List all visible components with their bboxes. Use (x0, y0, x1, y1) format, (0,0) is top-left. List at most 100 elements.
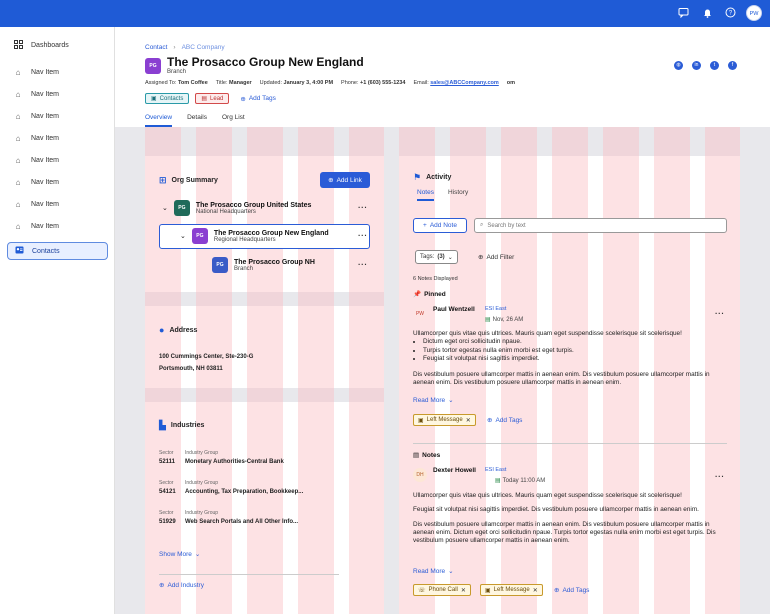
add-note-button[interactable]: + Add Note (413, 218, 467, 233)
sidebar-item-dashboards[interactable]: Dashboards (7, 36, 108, 54)
add-filter-button[interactable]: ⊕ Add Filter (478, 253, 514, 262)
note-date-text: Nov, 26 AM (492, 316, 524, 323)
close-icon[interactable]: ✕ (461, 587, 466, 594)
add-tags-button[interactable]: ⊕ Add Tags (554, 586, 589, 595)
contact-card-icon: ▣ (151, 96, 157, 102)
phone-icon: ☏ (418, 587, 426, 594)
section-title: Org Summary (171, 177, 218, 184)
tab-org-list[interactable]: Org List (222, 114, 245, 127)
industry-code: 54121 (159, 489, 176, 495)
record-meta: Assigned To: Tom Coffee Title: Manager U… (145, 80, 515, 86)
sidebar-item-nav-2[interactable]: ⌂ Nav Item (7, 85, 108, 103)
show-more-link[interactable]: Show More ⌄ (159, 550, 200, 559)
nav-icon: ⌂ (15, 67, 21, 77)
sidebar-item-nav-8[interactable]: ⌂ Nav Item (7, 217, 108, 235)
more-options-icon[interactable]: ··· (715, 472, 725, 481)
tags-filter-pill[interactable]: Tags: (3) ⌄ (415, 250, 458, 264)
more-options-icon[interactable]: ··· (358, 260, 368, 269)
running-person-icon: ⚑ (413, 172, 422, 182)
section-title: Address (169, 326, 198, 334)
org-avatar: PG (145, 58, 161, 74)
search-input[interactable]: ⌕ Search by text (474, 218, 727, 233)
add-link-label: Add Link (336, 176, 362, 184)
sidebar-item-nav-5[interactable]: ⌂ Nav Item (7, 151, 108, 169)
org-node[interactable]: ⌄ PG The Prosacco Group New England Regi… (180, 228, 329, 244)
section-title: Activity (426, 174, 452, 181)
factory-icon: ▙ (159, 420, 166, 430)
breadcrumb-root-link[interactable]: Contact (145, 44, 167, 51)
tab-notes[interactable]: Notes (417, 189, 434, 201)
plus-circle-icon: ⊕ (159, 582, 165, 589)
sidebar-item-contacts[interactable]: Contacts (7, 242, 108, 260)
chevron-right-icon: › (173, 44, 176, 51)
org-node-name: The Prosacco Group New England (213, 229, 329, 237)
note-paragraph: Dis vestibulum posuere ullamcorper matti… (413, 371, 710, 387)
note-body: Ullamcorper quis vitae quis ultrices. Ma… (413, 492, 725, 545)
chat-icon[interactable] (677, 7, 690, 20)
plus-icon: ⊕ (328, 177, 334, 184)
linkedin-icon[interactable]: in (692, 61, 701, 70)
tags-filter-count: (3) (437, 254, 445, 260)
close-icon[interactable]: ✕ (466, 417, 471, 424)
industry-desc: Monetary Authorities-Central Bank (185, 459, 284, 465)
more-options-icon[interactable]: ··· (358, 231, 368, 240)
industry-group-header: Industry Group (185, 510, 219, 516)
org-node[interactable]: PG The Prosacco Group NH Branch (212, 257, 315, 273)
tags-row: ▣ Contacts ▤ Lead ⊕ Add Tags (145, 93, 276, 104)
add-link-button[interactable]: ⊕ Add Link (320, 172, 370, 188)
add-tags-button[interactable]: ⊕ Add Tags (487, 416, 522, 425)
tab-overview[interactable]: Overview (145, 114, 173, 127)
add-industry-button[interactable]: ⊕ Add Industry (159, 581, 204, 590)
note-tag[interactable]: ▣ Left Message ✕ (480, 584, 543, 596)
more-options-icon[interactable]: ··· (715, 309, 725, 318)
flag-icon: ▤ (201, 96, 208, 102)
tab-history[interactable]: History (448, 189, 468, 201)
page-subtitle: Branch (167, 69, 187, 75)
bell-icon[interactable] (701, 7, 714, 20)
org-summary-heading: ⊞ Org Summary (159, 175, 218, 186)
plus-circle-icon: ⊕ (478, 254, 484, 261)
globe-icon[interactable]: ◍ (674, 61, 683, 70)
read-more-link[interactable]: Read More ⌄ (413, 567, 454, 576)
note-bullets: Dictum eget orci sollicitudin npaue. Tur… (423, 338, 725, 363)
contact-card-icon (12, 246, 26, 256)
facebook-icon[interactable]: f (728, 61, 737, 70)
note-author[interactable]: Dexter Howell (433, 467, 476, 474)
note-tag-label: Left Message (426, 417, 463, 423)
read-more-link[interactable]: Read More ⌄ (413, 396, 454, 405)
user-avatar[interactable]: PW (746, 5, 762, 21)
chevron-down-icon[interactable]: ⌄ (180, 232, 186, 240)
note-tag[interactable]: ☏ Phone Call ✕ (413, 584, 471, 596)
note-author[interactable]: Paul Wentzell (433, 306, 475, 313)
note-paragraph: Feugiat sit volutpat nisi sagittis imper… (413, 506, 699, 514)
twitter-icon[interactable]: t (710, 61, 719, 70)
note-tag[interactable]: ▣ Left Message ✕ (413, 414, 476, 426)
note-body: Ullamcorper quis vitae quis ultrices. Ma… (413, 330, 725, 388)
pin-icon: 📌 (413, 291, 422, 298)
sidebar-item-nav-6[interactable]: ⌂ Nav Item (7, 173, 108, 191)
phone-value[interactable]: +1 (603) 555-1234 (360, 80, 405, 86)
org-node-avatar: PG (212, 257, 228, 273)
title-label: Title: (215, 80, 228, 86)
chevron-down-icon[interactable]: ⌄ (162, 204, 168, 212)
sidebar-item-nav-4[interactable]: ⌂ Nav Item (7, 129, 108, 147)
sidebar-item-nav-3[interactable]: ⌂ Nav Item (7, 107, 108, 125)
breadcrumb-current[interactable]: ABC Company (182, 44, 225, 51)
sidebar-item-nav-1[interactable]: ⌂ Nav Item (7, 63, 108, 81)
org-node-name: The Prosacco Group United States (195, 201, 312, 209)
tag-lead[interactable]: ▤ Lead (195, 93, 230, 104)
tag-contacts[interactable]: ▣ Contacts (145, 93, 190, 104)
org-node[interactable]: ⌄ PG The Prosacco Group United States Na… (162, 200, 311, 216)
address-heading: ● Address (159, 325, 197, 335)
email-link[interactable]: sales@ABCCompany.com (430, 80, 499, 86)
close-icon[interactable]: ✕ (533, 587, 538, 594)
tab-details[interactable]: Details (187, 114, 207, 127)
sidebar-item-nav-7[interactable]: ⌂ Nav Item (7, 195, 108, 213)
svg-text:?: ? (729, 11, 733, 17)
note-paragraph: Ullamcorper quis vitae quis ultrices. Ma… (413, 492, 682, 499)
help-icon[interactable]: ? (724, 7, 737, 20)
more-options-icon[interactable]: ··· (358, 203, 368, 212)
notes-heading: ▤ Notes (413, 451, 440, 460)
add-tags-button[interactable]: ⊕ Add Tags (240, 95, 275, 103)
pinned-heading: 📌 Pinned (413, 290, 446, 299)
